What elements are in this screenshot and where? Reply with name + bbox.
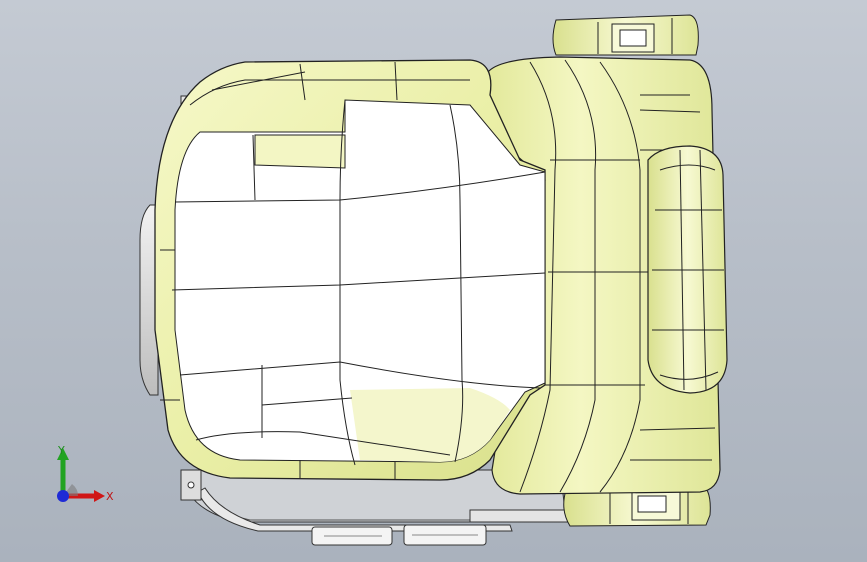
headrest[interactable] bbox=[647, 145, 728, 394]
armrest-hinge-top[interactable] bbox=[552, 14, 699, 56]
x-axis-label: X bbox=[106, 490, 114, 503]
seat-cushion[interactable] bbox=[154, 59, 546, 481]
adjustment-lever-right[interactable] bbox=[403, 524, 487, 546]
y-axis-label: Y bbox=[57, 444, 65, 457]
z-axis-dot bbox=[57, 490, 69, 502]
adjustment-lever-left[interactable] bbox=[311, 526, 393, 546]
graphics-viewport[interactable]: Y X bbox=[0, 0, 867, 562]
seat-model[interactable] bbox=[0, 0, 867, 562]
coordinate-triad: Y X bbox=[57, 444, 114, 503]
